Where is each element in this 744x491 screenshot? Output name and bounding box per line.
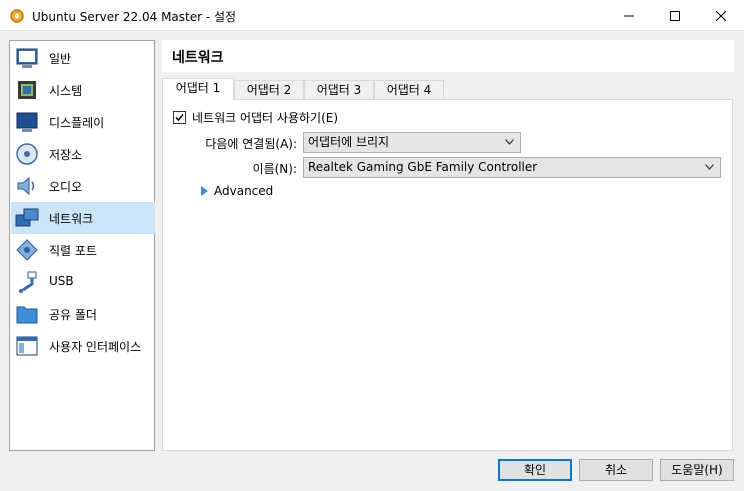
sidebar-item-label: 오디오: [49, 180, 83, 194]
expand-arrow-icon: [201, 186, 208, 196]
user-interface-icon: [16, 336, 38, 356]
chevron-down-icon: [705, 164, 714, 170]
maximize-button[interactable]: [652, 0, 698, 31]
enable-adapter-row: 네트워크 어댑터 사용하기(E): [173, 109, 338, 126]
sidebar-item-label: 직렬 포트: [49, 244, 97, 258]
close-icon: [716, 10, 726, 21]
sidebar-item-general[interactable]: 일반: [11, 42, 155, 74]
sidebar-item-label: 저장소: [49, 148, 83, 162]
sidebar-item-storage[interactable]: 저장소: [11, 138, 155, 170]
maximize-icon: [670, 10, 680, 21]
sidebar-item-label: 시스템: [49, 84, 83, 98]
usb-icon: [19, 271, 37, 293]
sidebar-item-shared-folders[interactable]: 공유 폴더: [11, 298, 155, 330]
title-bar: Ubuntu Server 22.04 Master - 설정: [0, 0, 744, 31]
settings-content: 네트워크 어댑터 1 어댑터 2 어댑터 3 어댑터 4 네트워크 어댑터 사용…: [162, 40, 734, 451]
sidebar-item-label: 네트워크: [49, 212, 94, 226]
enable-adapter-checkbox[interactable]: [173, 111, 186, 124]
attached-to-value: 어댑터에 브리지: [308, 135, 390, 149]
sidebar-item-label: 디스플레이: [49, 116, 105, 130]
serial-port-icon: [16, 239, 38, 261]
sidebar-item-system[interactable]: 시스템: [11, 74, 155, 106]
sidebar-item-label: 사용자 인터페이스: [49, 340, 142, 354]
help-button[interactable]: 도움말(H): [660, 459, 734, 481]
minimize-button[interactable]: [606, 0, 652, 31]
monitor-icon: [16, 112, 38, 132]
general-icon: [16, 48, 38, 68]
sidebar-item-network[interactable]: 네트워크: [11, 202, 155, 234]
adapter-name-select[interactable]: Realtek Gaming GbE Family Controller: [303, 157, 721, 178]
sidebar-item-label: 일반: [49, 52, 72, 66]
gear-icon: [10, 9, 24, 23]
minimize-icon: [624, 15, 634, 16]
sidebar-item-audio[interactable]: 오디오: [11, 170, 155, 202]
attached-to-select[interactable]: 어댑터에 브리지: [303, 132, 521, 153]
speaker-icon: [17, 176, 35, 196]
close-button[interactable]: [698, 0, 744, 31]
sidebar-item-user-interface[interactable]: 사용자 인터페이스: [11, 330, 155, 362]
adapter-name-value: Realtek Gaming GbE Family Controller: [308, 160, 538, 174]
disk-icon: [16, 143, 38, 165]
network-icon: [15, 208, 39, 227]
settings-sidebar: 일반 시스템 디스플레이 저장소 오디오 네트워크 직렬 포트 USB 공유 폴…: [9, 40, 155, 451]
window-title: Ubuntu Server 22.04 Master - 설정: [32, 10, 237, 24]
advanced-toggle[interactable]: Advanced: [201, 184, 273, 198]
ok-button[interactable]: 확인: [498, 459, 572, 481]
tab-adapter-1[interactable]: 어댑터 1: [162, 78, 234, 100]
checkmark-icon: [175, 114, 184, 122]
advanced-label: Advanced: [214, 184, 274, 198]
attached-to-label: 다음에 연결됨(A):: [205, 137, 297, 151]
adapter-panel: 네트워크 어댑터 사용하기(E) 다음에 연결됨(A): 어댑터에 브리지 이름…: [162, 99, 733, 451]
chevron-down-icon: [505, 139, 514, 145]
sidebar-item-display[interactable]: 디스플레이: [11, 106, 155, 138]
sidebar-item-label: 공유 폴더: [49, 308, 97, 322]
system-chip-icon: [18, 81, 36, 99]
sidebar-item-label: USB: [49, 274, 74, 288]
folder-icon: [16, 306, 38, 324]
enable-adapter-label: 네트워크 어댑터 사용하기(E): [192, 111, 339, 125]
tab-adapter-3[interactable]: 어댑터 3: [304, 80, 374, 100]
cancel-button[interactable]: 취소: [579, 459, 653, 481]
tab-adapter-2[interactable]: 어댑터 2: [234, 80, 304, 100]
sidebar-item-usb[interactable]: USB: [11, 266, 155, 298]
page-title: 네트워크: [162, 40, 734, 72]
tab-adapter-4[interactable]: 어댑터 4: [374, 80, 444, 100]
name-label: 이름(N):: [252, 162, 297, 176]
sidebar-item-serial-port[interactable]: 직렬 포트: [11, 234, 155, 266]
